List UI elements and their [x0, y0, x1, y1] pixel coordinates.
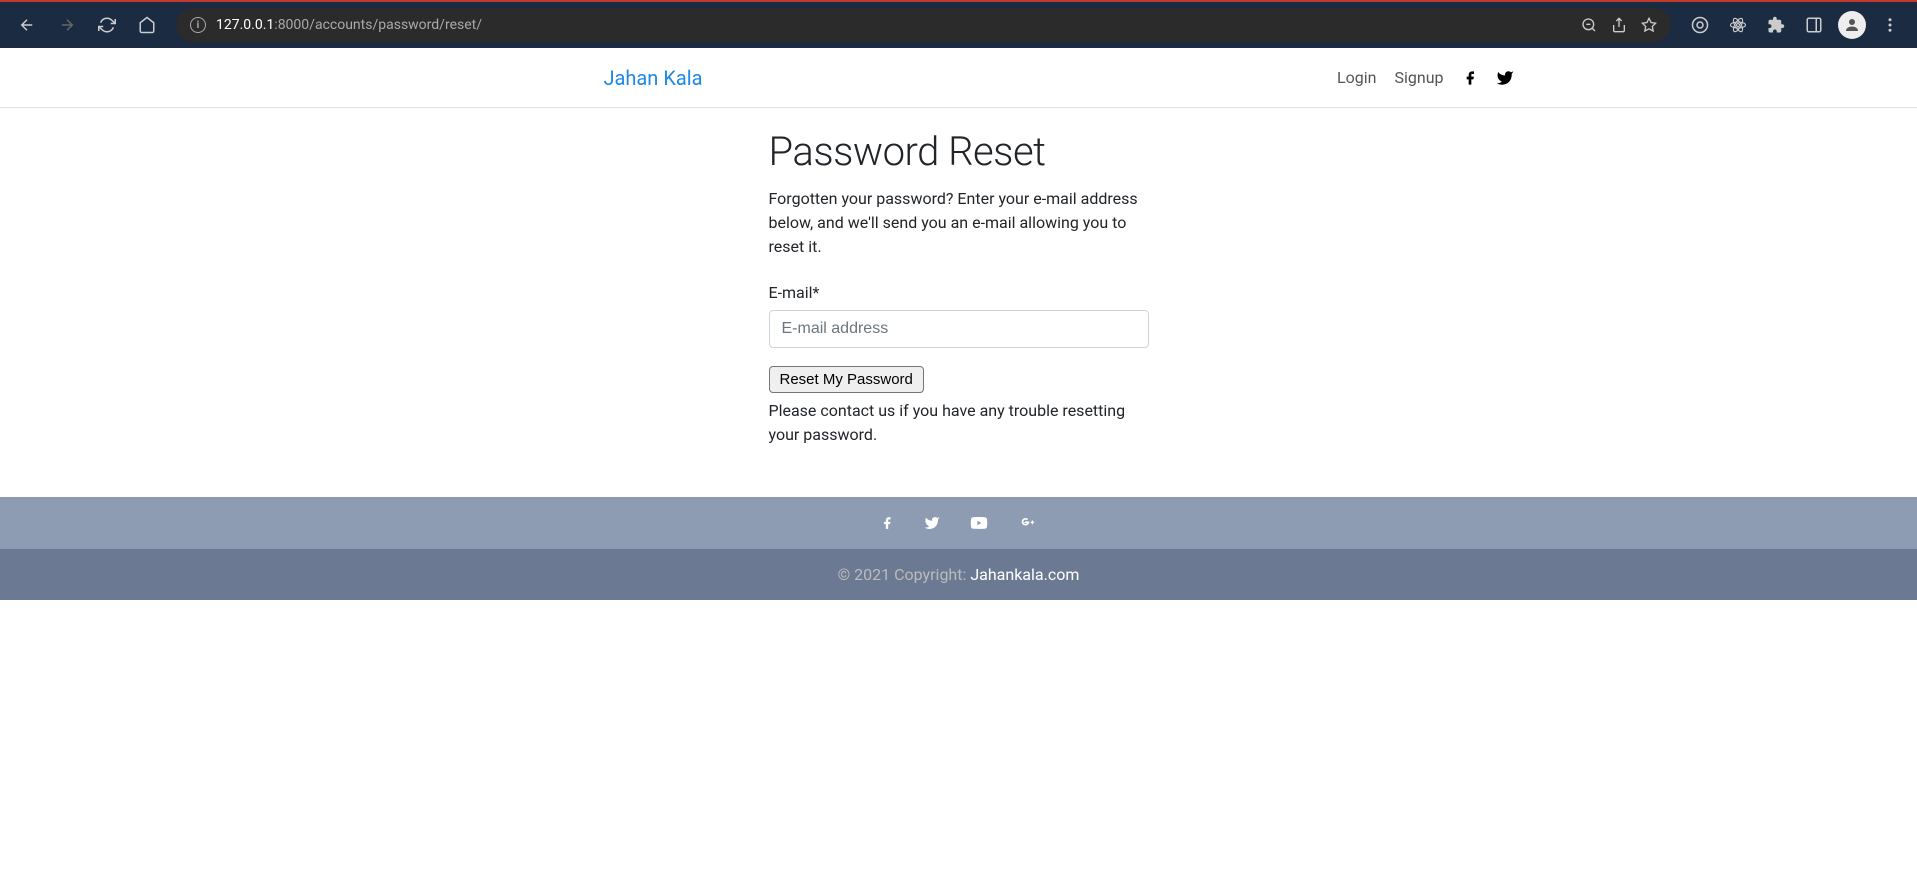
page-title: Password Reset — [769, 128, 1149, 175]
footer-twitter-icon[interactable] — [924, 513, 940, 533]
react-devtools-icon[interactable] — [1721, 8, 1755, 42]
email-label: E-mail* — [769, 283, 1149, 302]
main-content: Password Reset Forgotten your password? … — [389, 108, 1529, 497]
password-reset-form: E-mail* Reset My Password — [769, 283, 1149, 399]
brand-link[interactable]: Jahan Kala — [604, 66, 703, 90]
footer-googleplus-icon[interactable] — [1018, 513, 1038, 533]
description-text: Forgotten your password? Enter your e-ma… — [769, 187, 1149, 259]
email-input[interactable] — [769, 310, 1149, 348]
login-link[interactable]: Login — [1337, 68, 1376, 87]
url-text: 127.0.0.1:8000/accounts/password/reset/ — [216, 17, 482, 33]
forward-button[interactable] — [50, 8, 84, 42]
profile-avatar[interactable] — [1835, 8, 1869, 42]
copyright-link[interactable]: Jahankala.com — [970, 565, 1079, 584]
signup-link[interactable]: Signup — [1394, 68, 1443, 87]
twitter-icon[interactable] — [1496, 69, 1514, 87]
footer-facebook-icon[interactable] — [880, 513, 894, 533]
extensions-icon[interactable] — [1759, 8, 1793, 42]
footer-social-bar — [0, 497, 1917, 549]
site-navbar: Jahan Kala Login Signup — [0, 48, 1917, 108]
back-button[interactable] — [10, 8, 44, 42]
panel-icon[interactable] — [1797, 8, 1831, 42]
menu-icon[interactable] — [1873, 8, 1907, 42]
reset-password-button[interactable]: Reset My Password — [769, 366, 924, 393]
footer-copyright: © 2021 Copyright: Jahankala.com — [0, 549, 1917, 600]
zoom-icon[interactable] — [1581, 17, 1597, 33]
help-text: Please contact us if you have any troubl… — [769, 399, 1149, 447]
address-bar[interactable]: i 127.0.0.1:8000/accounts/password/reset… — [176, 8, 1671, 42]
site-info-icon[interactable]: i — [190, 17, 206, 33]
browser-chrome: i 127.0.0.1:8000/accounts/password/reset… — [0, 0, 1917, 48]
copyright-text: © 2021 Copyright: — [838, 565, 971, 584]
home-button[interactable] — [130, 8, 164, 42]
facebook-icon[interactable] — [1462, 70, 1478, 86]
bookmark-star-icon[interactable] — [1641, 17, 1657, 33]
share-icon[interactable] — [1611, 17, 1627, 33]
extension-icon-1[interactable] — [1683, 8, 1717, 42]
site-footer: © 2021 Copyright: Jahankala.com — [0, 497, 1917, 600]
footer-youtube-icon[interactable] — [970, 513, 988, 533]
reload-button[interactable] — [90, 8, 124, 42]
